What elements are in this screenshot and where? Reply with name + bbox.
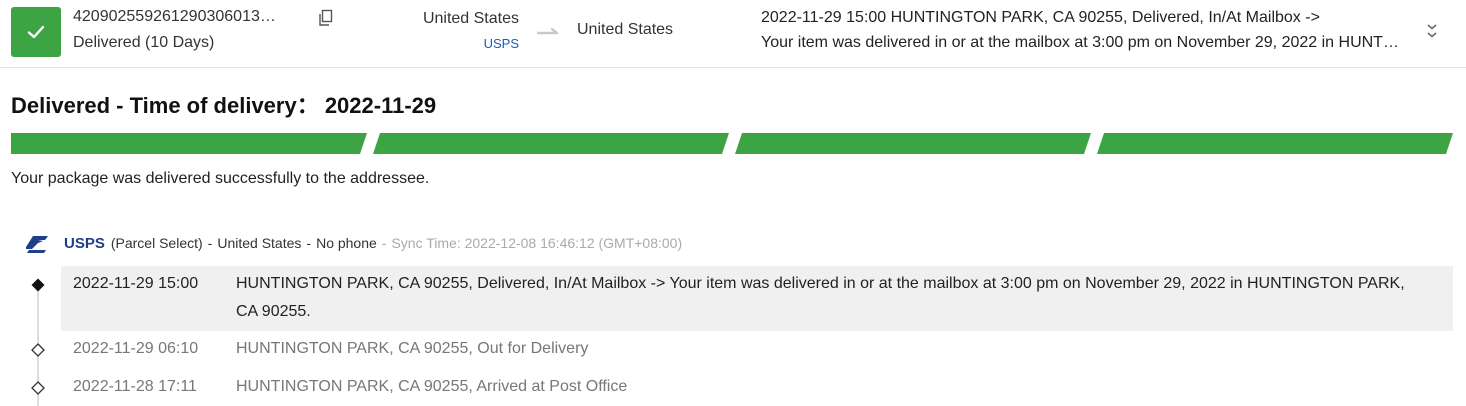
current-event-marker-icon: [31, 278, 45, 292]
separator: -: [381, 235, 387, 251]
origin-country: United States: [422, 10, 519, 27]
event-description: HUNTINGTON PARK, CA 90255, Arrived at Po…: [236, 378, 628, 395]
checkmark-icon: [27, 25, 45, 39]
separator: -: [306, 235, 312, 251]
event-time: 2022-11-28 17:11: [73, 378, 197, 395]
event-time: 2022-11-29 15:00: [73, 275, 199, 292]
tracking-number: 420902559261290306013…: [73, 8, 276, 25]
latest-event-detail: Your item was delivered in or at the mai…: [761, 34, 1401, 51]
collapse-toggle-icon[interactable]: [1426, 22, 1438, 45]
route-arrow-icon: [536, 25, 563, 43]
latest-event-summary: 2022-11-29 15:00 HUNTINGTON PARK, CA 902…: [761, 9, 1320, 26]
delivery-heading: Delivered - Time of delivery： 2022-11-29: [11, 93, 437, 118]
past-event-marker-icon: [31, 343, 45, 357]
separator: -: [207, 235, 213, 251]
progress-segment: [11, 133, 367, 154]
carrier-name[interactable]: USPS: [64, 235, 105, 252]
progress-segment: [1097, 133, 1453, 154]
event-description: HUNTINGTON PARK, CA 90255, Delivered, In…: [236, 275, 1405, 320]
tracking-event: 2022-11-29 15:00 HUNTINGTON PARK, CA 902…: [61, 266, 1453, 331]
carrier-phone: No phone: [316, 235, 377, 251]
carrier-info-row: USPS (Parcel Select) - United States - N…: [24, 229, 682, 257]
shipment-header[interactable]: 420902559261290306013… Delivered (10 Day…: [0, 0, 1466, 68]
carrier-link[interactable]: USPS: [300, 36, 519, 51]
delivery-note: Your package was delivered successfully …: [11, 170, 430, 187]
progress-bar: [11, 133, 1455, 160]
progress-segment: [735, 133, 1091, 154]
progress-segment: [373, 133, 729, 154]
sync-time: Sync Time: 2022-12-08 16:46:12 (GMT+08:0…: [391, 235, 683, 251]
delivery-status: Delivered (10 Days): [73, 34, 215, 51]
service-type: (Parcel Select): [110, 235, 203, 251]
usps-eagle-icon: [24, 230, 50, 256]
event-description: HUNTINGTON PARK, CA 90255, Out for Deliv…: [236, 340, 589, 357]
delivered-status-icon: [11, 7, 61, 57]
carrier-country: United States: [217, 235, 302, 251]
event-time: 2022-11-29 06:10: [73, 340, 199, 357]
destination-country: United States: [577, 21, 674, 38]
past-event-marker-icon: [31, 381, 45, 395]
